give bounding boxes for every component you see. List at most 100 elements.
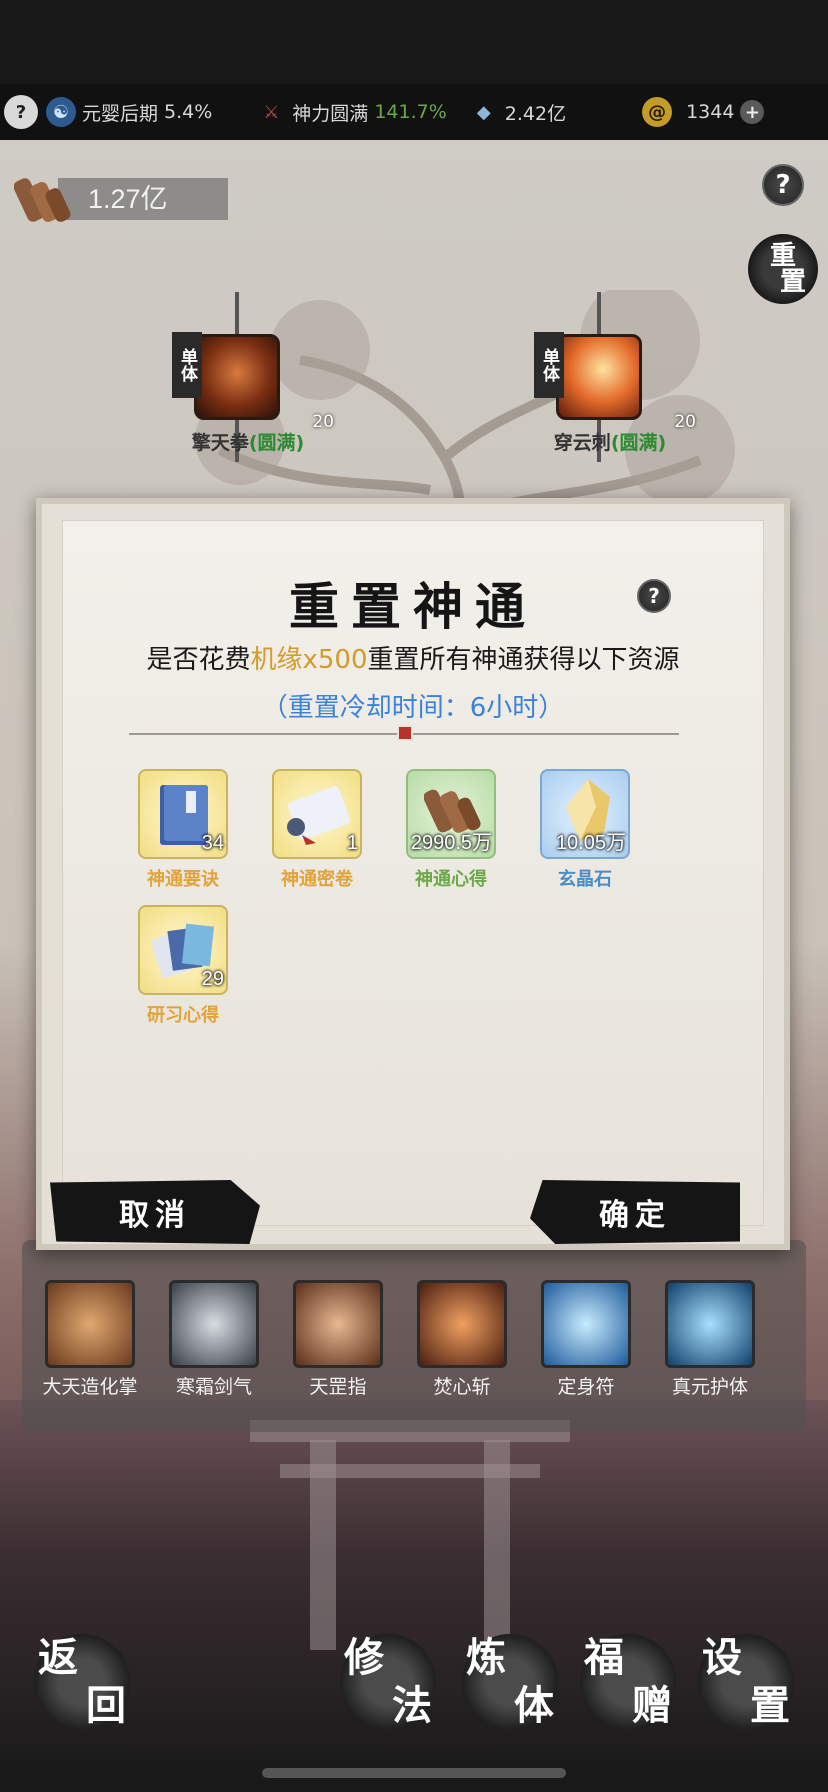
crystal-icon: ◆	[476, 101, 491, 123]
skill-node[interactable]: 单体 20 擎天拳(圆满)	[172, 292, 342, 462]
skill-name-text: 穿云刺	[553, 432, 611, 454]
realm-label: 元婴后期	[82, 102, 159, 125]
strip-skill-label: 定身符	[557, 1376, 615, 1398]
skill-strip: 大天造化掌 寒霜剑气 天罡指 焚心斩 定身符 真元护体	[22, 1240, 806, 1432]
strip-skill-label: 真元护体	[671, 1376, 748, 1398]
resource-count: 2990.5万	[410, 832, 492, 854]
skill-status: (圆满)	[610, 432, 667, 454]
skill-tag: 单体	[172, 332, 202, 398]
status-bar: ? ☯ 元婴后期 5.4% ⚔ 神力圆满 141.7% ◆ 2.42亿 @ 13…	[0, 84, 828, 140]
resource-box: 29	[138, 905, 228, 995]
strip-skill-label: 大天造化掌	[42, 1376, 138, 1398]
nav-char: 回	[86, 1682, 126, 1729]
scene-help-button[interactable]: ?	[762, 164, 804, 206]
skill-status: (圆满)	[248, 432, 305, 454]
reset-dialog: 重置神通 ? 是否花费机缘x500重置所有神通获得以下资源 （重置冷却时间：6小…	[36, 498, 790, 1250]
nav-char: 置	[750, 1682, 790, 1729]
resource-name: 神通心得	[415, 869, 487, 890]
power-value: 141.7%	[374, 101, 447, 123]
gift-button[interactable]: 福 赠	[580, 1634, 676, 1730]
seal-icon	[397, 725, 413, 741]
resource-item[interactable]: 10.05万 玄晶石	[525, 769, 645, 891]
refine-button[interactable]: 炼 体	[462, 1634, 558, 1730]
nav-char: 炼	[466, 1634, 506, 1681]
message-prefix: 是否花费	[146, 645, 251, 675]
confirm-button[interactable]: 确定	[530, 1180, 740, 1244]
plus-icon[interactable]: +	[740, 100, 765, 124]
reset-button[interactable]: 重 置	[748, 234, 818, 304]
strip-skill[interactable]: 寒霜剑气	[154, 1280, 274, 1399]
dialog-message: 是否花费机缘x500重置所有神通获得以下资源	[63, 639, 763, 676]
strip-skill-label: 焚心斩	[433, 1376, 491, 1398]
power-label: 神力圆满	[292, 102, 369, 125]
question-icon: ?	[648, 584, 660, 608]
nav-char: 修	[344, 1634, 384, 1681]
question-icon: ?	[4, 95, 38, 129]
gate-illustration	[250, 1420, 570, 1650]
nav-char: 体	[514, 1682, 554, 1729]
scroll-resource-value: 1.27亿	[58, 178, 228, 220]
resource-box: 1	[272, 769, 362, 859]
divine-power-icon: ⚔	[263, 101, 280, 123]
fist-skill-icon	[194, 334, 280, 420]
scroll-icon	[287, 786, 351, 845]
strip-skill-label: 寒霜剑气	[175, 1376, 252, 1398]
resource-count: 10.05万	[555, 832, 626, 854]
dialog-help-button[interactable]: ?	[637, 579, 671, 613]
spiral-coin-icon: @	[642, 97, 673, 127]
resource-item[interactable]: 2990.5万 神通心得	[391, 769, 511, 891]
nav-char: 法	[392, 1682, 432, 1729]
strip-skill[interactable]: 天罡指	[278, 1280, 398, 1399]
realm-value: 5.4%	[164, 101, 213, 123]
resource-box: 2990.5万	[406, 769, 496, 859]
reset-char-1: 重	[769, 241, 796, 271]
bottom-background	[0, 1400, 828, 1792]
skill-name: 穿云刺(圆满)	[510, 428, 710, 455]
scroll-icon	[14, 178, 71, 222]
resource-item[interactable]: 29 研习心得	[123, 905, 243, 1027]
settings-button[interactable]: 设 置	[698, 1634, 794, 1730]
resource-name: 神通密卷	[281, 869, 353, 890]
resource-name: 研习心得	[147, 1005, 219, 1026]
home-indicator[interactable]	[262, 1768, 566, 1778]
yin-yang-icon: ☯	[46, 97, 76, 127]
nav-char: 福	[584, 1634, 624, 1681]
strip-skill[interactable]: 焚心斩	[402, 1280, 522, 1399]
finger-skill-icon	[293, 1280, 383, 1368]
realm-stat: ☯ 元婴后期 5.4%	[46, 97, 212, 127]
resource-item[interactable]: 34 神通要诀	[123, 769, 243, 891]
resource-name: 玄晶石	[558, 869, 612, 890]
sword-skill-icon	[169, 1280, 259, 1368]
scroll-resource: 1.27亿	[14, 172, 228, 224]
crystal-value: 2.42亿	[504, 102, 567, 125]
nav-char: 赠	[632, 1682, 672, 1729]
palm-skill-icon	[45, 1280, 135, 1368]
back-button[interactable]: 返 回	[34, 1634, 130, 1730]
skill-name-text: 擎天拳	[191, 432, 249, 454]
cooldown-text: （重置冷却时间：6小时）	[261, 693, 565, 723]
dialog-panel: 重置神通 ? 是否花费机缘x500重置所有神通获得以下资源 （重置冷却时间：6小…	[62, 520, 764, 1226]
cultivate-button[interactable]: 修 法	[340, 1634, 436, 1730]
question-icon: ?	[775, 170, 791, 200]
resource-count: 1	[346, 832, 358, 854]
slash-skill-icon	[417, 1280, 507, 1368]
nav-char: 设	[702, 1634, 742, 1681]
power-stat: ⚔ 神力圆满 141.7%	[256, 97, 447, 127]
strip-skill[interactable]: 真元护体	[650, 1280, 770, 1399]
strip-skill[interactable]: 定身符	[526, 1280, 646, 1399]
reset-char-2: 置	[779, 267, 806, 297]
resource-count: 29	[201, 968, 224, 990]
currency-value: 1344	[686, 101, 735, 123]
currency-stat: @ 1344 +	[642, 97, 765, 127]
pierce-skill-icon	[556, 334, 642, 420]
skill-node[interactable]: 单体 20 穿云刺(圆满)	[534, 292, 704, 462]
resource-item[interactable]: 1 神通密卷	[257, 769, 377, 891]
cancel-button[interactable]: 取消	[50, 1180, 260, 1244]
help-button[interactable]: ?	[4, 95, 38, 129]
resource-box: 10.05万	[540, 769, 630, 859]
shield-body-icon	[665, 1280, 755, 1368]
nav-char: 返	[38, 1634, 78, 1681]
strip-skill[interactable]: 大天造化掌	[30, 1280, 150, 1399]
skill-tag: 单体	[534, 332, 564, 398]
crystal-stat: ◆ 2.42亿	[469, 97, 566, 127]
